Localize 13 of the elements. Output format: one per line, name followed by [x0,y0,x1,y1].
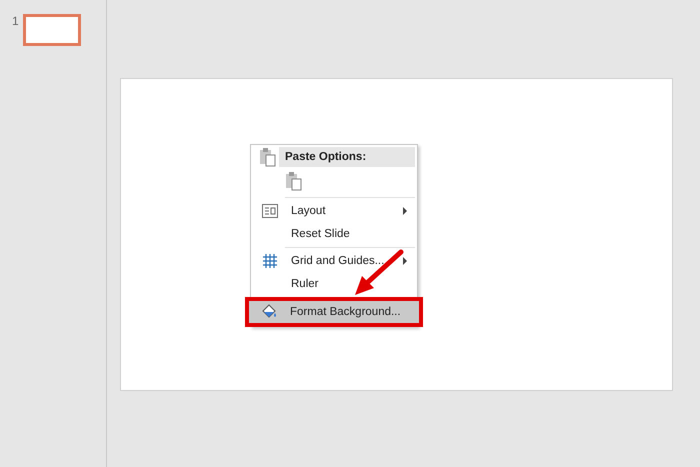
menu-item[interactable]: Grid and Guides... [250,250,418,272]
paste-icon [259,147,277,167]
menu-item[interactable]: Layout [250,200,418,222]
menu-item[interactable]: Reset Slide [250,223,418,245]
layout-icon [262,204,278,218]
menu-header: Paste Options: [279,147,415,167]
menu-item[interactable]: Format Background... [245,297,423,327]
paint-bucket-icon [260,304,278,320]
slide-number: 1 [12,14,19,28]
menu-item[interactable]: Ruler [250,273,418,295]
slide-thumbnail[interactable] [22,14,81,46]
paste-option-button[interactable] [285,171,303,191]
grid-icon [263,254,277,268]
